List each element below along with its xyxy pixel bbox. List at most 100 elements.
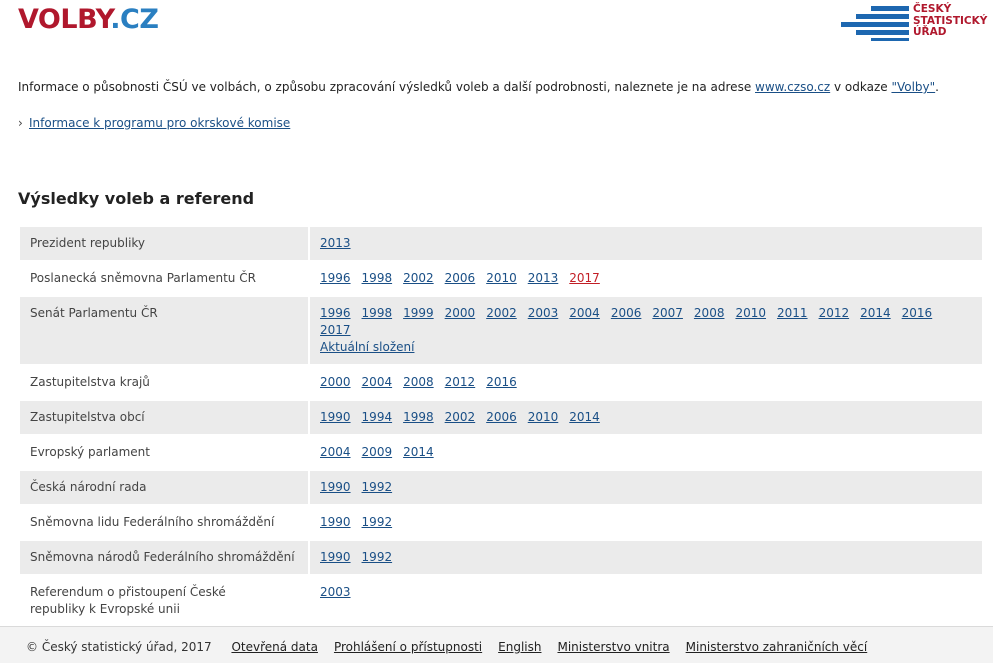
- election-years: 1990 1992: [310, 506, 982, 539]
- year-link[interactable]: 1998: [403, 409, 434, 426]
- year-link[interactable]: 2003: [320, 584, 351, 601]
- csu-logo[interactable]: ČESKÝ STATISTICKÝ ÚŘAD: [841, 3, 987, 42]
- volby-link[interactable]: "Volby": [891, 80, 935, 94]
- table-row: Česká národní rada 1990 1992: [20, 471, 982, 504]
- election-years: 1990 1994 1998 2002 2006 2010 2014: [310, 401, 982, 434]
- year-link[interactable]: 2010: [486, 270, 517, 287]
- table-row: Zastupitelstva krajů 2000 2004 2008 2012 2016: [20, 366, 982, 399]
- csu-logo-line3: ÚŘAD: [913, 26, 947, 38]
- year-link[interactable]: 2003: [528, 305, 559, 322]
- section-title: Výsledky voleb a referend: [18, 189, 255, 208]
- year-link[interactable]: 1998: [362, 305, 393, 322]
- intro-text-before: Informace o působnosti ČSÚ ve volbách, o…: [18, 80, 756, 94]
- year-link[interactable]: 1996: [320, 270, 351, 287]
- table-row: Sněmovna národů Federálního shromáždění 1…: [20, 541, 982, 574]
- year-link[interactable]: 2014: [860, 305, 891, 322]
- year-link[interactable]: 2014: [569, 409, 600, 426]
- table-row: Poslanecká sněmovna Parlamentu ČR 1996 199…: [20, 262, 982, 295]
- current-composition-link[interactable]: Aktuální složení: [320, 339, 414, 356]
- footer: © Český statistický úřad, 2017 Otevřená …: [0, 626, 993, 663]
- year-link[interactable]: 2004: [569, 305, 600, 322]
- csu-logo-line1: ČESKÝ: [913, 3, 952, 15]
- year-link[interactable]: 2012: [445, 374, 476, 391]
- election-type-label: Zastupitelstva obcí: [20, 401, 308, 434]
- intro-text: Informace o působnosti ČSÚ ve volbách, o…: [18, 80, 939, 94]
- site-logo[interactable]: VOLBY.CZ: [18, 4, 159, 35]
- footer-link[interactable]: Otevřená data: [231, 640, 318, 654]
- year-link[interactable]: 2009: [362, 444, 393, 461]
- election-years: 2004 2009 2014: [310, 436, 982, 469]
- year-link[interactable]: 1992: [362, 514, 393, 531]
- year-link[interactable]: 2000: [320, 374, 351, 391]
- year-link[interactable]: 2006: [611, 305, 642, 322]
- year-link[interactable]: 2008: [694, 305, 725, 322]
- table-row: Sněmovna lidu Federálního shromáždění 199…: [20, 506, 982, 539]
- election-years: 2003: [310, 576, 982, 626]
- year-link[interactable]: 1992: [362, 549, 393, 566]
- year-link[interactable]: 1990: [320, 479, 351, 496]
- logo-part-volby: VOLBY: [18, 4, 111, 35]
- election-type-label: Referendum o přistoupení České republiky…: [30, 585, 226, 616]
- year-link[interactable]: 2007: [652, 305, 683, 322]
- table-row: Referendum o přistoupení České republiky…: [20, 576, 982, 626]
- election-type-label: Sněmovna národů Federálního shromáždění: [20, 541, 308, 574]
- table-row: Prezident republiky 2013: [20, 227, 982, 260]
- year-link[interactable]: 1999: [403, 305, 434, 322]
- election-type-label: Evropský parlament: [30, 445, 150, 459]
- year-link[interactable]: 2008: [403, 374, 434, 391]
- year-link[interactable]: 1990: [320, 549, 351, 566]
- table-row: Zastupitelstva obcí 1990 1994 1998 2002 2006 2…: [20, 401, 982, 434]
- year-link[interactable]: 2004: [362, 374, 393, 391]
- year-link[interactable]: 2011: [777, 305, 808, 322]
- election-type-label: Senát Parlamentu ČR: [20, 297, 308, 364]
- footer-copyright: © Český statistický úřad, 2017: [26, 640, 212, 654]
- program-link-row: › Informace k programu pro okrskové komis…: [18, 116, 290, 130]
- election-years: 1990 1992: [310, 471, 982, 504]
- logo-part-cz: .CZ: [110, 4, 159, 35]
- chevron-right-icon: ›: [18, 116, 23, 130]
- year-link[interactable]: 1990: [320, 514, 351, 531]
- year-link[interactable]: 2004: [320, 444, 351, 461]
- year-link[interactable]: 2016: [486, 374, 517, 391]
- year-link[interactable]: 2006: [445, 270, 476, 287]
- year-link[interactable]: 2014: [403, 444, 434, 461]
- year-link[interactable]: 2017: [569, 270, 600, 287]
- year-link[interactable]: 1998: [362, 270, 393, 287]
- election-years: 1990 1992: [310, 541, 982, 574]
- year-link[interactable]: 1996: [320, 305, 351, 322]
- year-link[interactable]: 2016: [902, 305, 933, 322]
- czso-link[interactable]: www.czso.cz: [755, 80, 830, 94]
- election-years: 1996 1998 1999 2000 2002 2003 2004 2006 2007 2008…: [310, 297, 982, 364]
- table-row: Senát Parlamentu ČR 1996 1998 1999 2000 2002 2…: [20, 297, 982, 364]
- year-link[interactable]: 1990: [320, 409, 351, 426]
- year-link[interactable]: 2000: [445, 305, 476, 322]
- intro-text-after: .: [935, 80, 939, 94]
- election-years: 2000 2004 2008 2012 2016: [310, 366, 982, 399]
- footer-link[interactable]: Ministerstvo zahraničních věcí: [686, 640, 868, 654]
- footer-link[interactable]: Prohlášení o přístupnosti: [334, 640, 482, 654]
- election-years: 1996 1998 2002 2006 2010 2013 2017: [310, 262, 982, 295]
- election-type-label: Poslanecká sněmovna Parlamentu ČR: [30, 271, 256, 285]
- election-years: 2013: [310, 227, 982, 260]
- year-link[interactable]: 2013: [320, 235, 351, 252]
- year-link[interactable]: 2006: [486, 409, 517, 426]
- footer-link[interactable]: Ministerstvo vnitra: [557, 640, 669, 654]
- footer-link[interactable]: English: [498, 640, 541, 654]
- year-link[interactable]: 2002: [403, 270, 434, 287]
- intro-text-middle: v odkaze: [830, 80, 892, 94]
- year-link[interactable]: 1992: [362, 479, 393, 496]
- year-link[interactable]: 2002: [486, 305, 517, 322]
- year-link[interactable]: 1994: [362, 409, 393, 426]
- year-link[interactable]: 2010: [735, 305, 766, 322]
- year-link[interactable]: 2013: [528, 270, 559, 287]
- table-row: Evropský parlament 2004 2009 2014: [20, 436, 982, 469]
- election-type-label: Sněmovna lidu Federálního shromáždění: [30, 515, 275, 529]
- election-type-label: Prezident republiky: [20, 227, 308, 260]
- year-link[interactable]: 2002: [445, 409, 476, 426]
- election-type-label: Zastupitelstva krajů: [30, 375, 150, 389]
- csu-logo-text: ČESKÝ STATISTICKÝ ÚŘAD: [913, 3, 987, 39]
- year-link[interactable]: 2010: [528, 409, 559, 426]
- program-link[interactable]: Informace k programu pro okrskové komise: [29, 116, 290, 130]
- year-link[interactable]: 2012: [819, 305, 850, 322]
- year-link[interactable]: 2017: [320, 322, 351, 339]
